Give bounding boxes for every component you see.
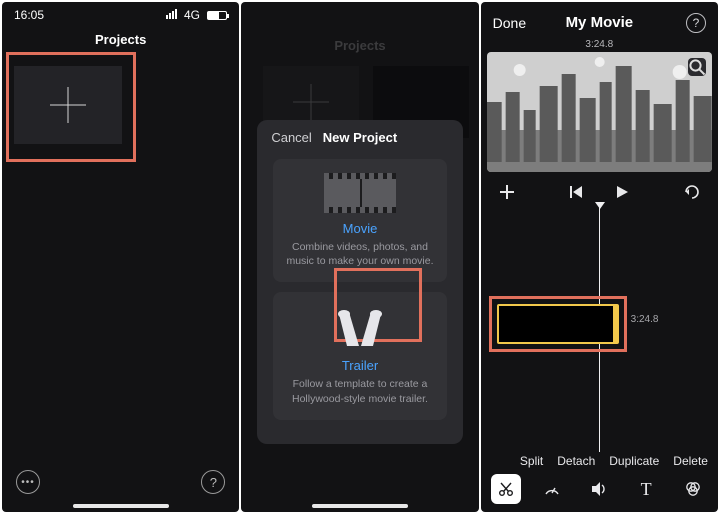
transport-bar <box>481 172 718 204</box>
spotlights-icon <box>335 306 385 350</box>
timecode: 3:24.8 <box>481 39 718 50</box>
detach-button[interactable]: Detach <box>557 454 595 468</box>
sheet-title: New Project <box>323 130 397 145</box>
video-preview[interactable] <box>487 52 712 172</box>
panel-projects: 16:05 4G Projects ••• ? <box>2 2 239 512</box>
done-button[interactable]: Done <box>493 15 526 31</box>
timeline[interactable]: 3:24.8 Split Detach Duplicate Delete T <box>481 204 718 512</box>
duplicate-button[interactable]: Duplicate <box>609 454 659 468</box>
help-button[interactable]: ? <box>686 13 706 33</box>
new-project-tile[interactable] <box>14 66 122 144</box>
filters-icon <box>684 480 702 498</box>
option-movie[interactable]: Movie Combine videos, photos, and music … <box>273 159 446 282</box>
help-icon: ? <box>210 475 217 490</box>
skip-back-icon <box>568 184 584 200</box>
status-right: 4G <box>166 8 228 22</box>
tool-speed[interactable] <box>537 474 567 504</box>
option-movie-desc: Combine videos, photos, and music to mak… <box>285 240 434 268</box>
panel-editor: Done My Movie ? 3:24.8 <box>481 2 718 512</box>
battery-icon <box>207 11 227 20</box>
option-trailer-label: Trailer <box>342 358 378 373</box>
clip-timecode: 3:24.8 <box>631 314 659 325</box>
undo-button[interactable] <box>680 180 704 204</box>
signal-icon <box>166 9 177 19</box>
network-label: 4G <box>184 8 200 22</box>
help-icon: ? <box>693 16 700 30</box>
dimmed-page-title: Projects <box>241 38 478 53</box>
add-media-button[interactable] <box>495 180 519 204</box>
tool-volume[interactable] <box>584 474 614 504</box>
help-button[interactable]: ? <box>201 470 225 494</box>
text-icon: T <box>641 479 652 500</box>
project-title: My Movie <box>566 14 634 31</box>
cancel-button[interactable]: Cancel <box>271 130 311 145</box>
skyline-thumbnail <box>487 52 712 172</box>
plus-icon <box>50 87 86 123</box>
panel-new-project-sheet: Projects Cancel New Project Movie Combin… <box>241 2 478 512</box>
play-button[interactable] <box>610 180 634 204</box>
undo-icon <box>683 185 701 199</box>
option-trailer[interactable]: Trailer Follow a template to create a Ho… <box>273 292 446 419</box>
magnifier-icon <box>688 58 706 76</box>
status-bar: 16:05 4G <box>2 2 239 24</box>
more-button[interactable]: ••• <box>16 470 40 494</box>
speaker-icon <box>590 480 608 498</box>
home-indicator <box>312 504 408 508</box>
zoom-button[interactable] <box>688 58 706 76</box>
clip-actions: Split Detach Duplicate Delete <box>520 454 708 468</box>
tool-cut[interactable] <box>491 474 521 504</box>
split-button[interactable]: Split <box>520 454 543 468</box>
speedometer-icon <box>543 480 561 498</box>
tool-titles[interactable]: T <box>631 474 661 504</box>
filmstrip-icon <box>324 173 396 213</box>
plus-icon <box>293 84 329 120</box>
option-trailer-desc: Follow a template to create a Hollywood-… <box>285 377 434 405</box>
video-clip[interactable] <box>497 304 615 344</box>
status-time: 16:05 <box>14 8 44 22</box>
plus-icon <box>500 185 514 199</box>
play-icon <box>614 184 630 200</box>
tool-filters[interactable] <box>678 474 708 504</box>
ellipsis-icon: ••• <box>21 477 35 488</box>
new-project-sheet: Cancel New Project Movie Combine videos,… <box>257 120 462 444</box>
scissors-icon <box>498 481 514 497</box>
page-title: Projects <box>2 24 239 57</box>
skip-start-button[interactable] <box>564 180 588 204</box>
delete-button[interactable]: Delete <box>673 454 708 468</box>
editor-toolbar: T <box>491 474 708 504</box>
option-movie-label: Movie <box>343 221 378 236</box>
editor-header: Done My Movie ? <box>481 2 718 35</box>
home-indicator <box>73 504 169 508</box>
clip-trim-handle[interactable] <box>613 304 619 344</box>
